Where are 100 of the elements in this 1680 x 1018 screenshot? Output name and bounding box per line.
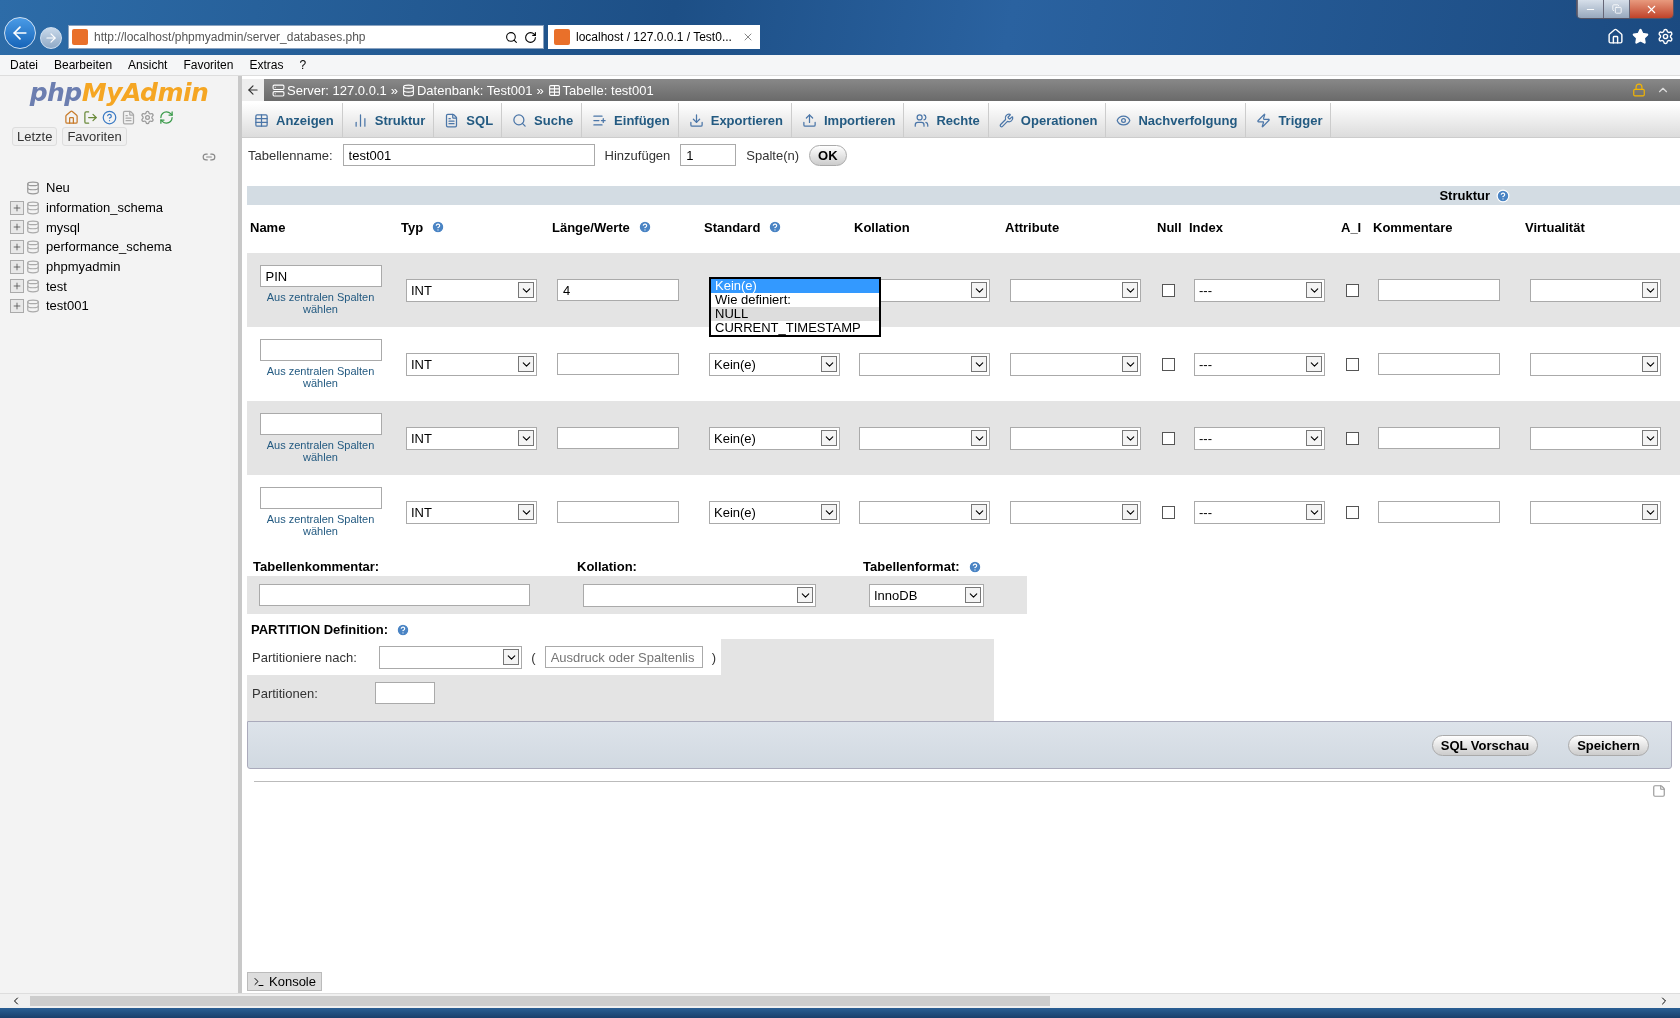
attribute-select[interactable] — [1010, 352, 1141, 376]
document-icon[interactable] — [121, 110, 136, 125]
comment-field[interactable] — [1378, 279, 1500, 301]
menu-item[interactable]: Datei — [2, 58, 46, 72]
type-select[interactable]: INT — [406, 426, 537, 450]
central-columns-link[interactable]: Aus zentralen Spalten wählen — [255, 365, 386, 389]
attribute-select[interactable] — [1010, 500, 1141, 524]
app-logo[interactable]: phpMyAdmin — [29, 78, 209, 107]
nav-tab[interactable]: Rechte — [904, 103, 989, 137]
length-field[interactable] — [557, 353, 679, 375]
database-link[interactable]: test001 — [46, 298, 89, 314]
restore-button[interactable] — [1603, 0, 1629, 18]
default-select[interactable]: Kein(e) — [709, 426, 840, 450]
breadcrumb-link[interactable]: Tabelle: test001 — [547, 82, 654, 98]
expand-icon[interactable] — [10, 220, 24, 235]
menu-item[interactable]: Ansicht — [120, 58, 176, 72]
comment-field[interactable] — [1378, 427, 1500, 449]
central-columns-link[interactable]: Aus zentralen Spalten wählen — [255, 513, 386, 537]
breadcrumb-link[interactable]: Datenbank: Test001 — [401, 82, 533, 98]
close-icon[interactable] — [742, 31, 754, 43]
type-select[interactable]: INT — [406, 278, 537, 302]
nav-tab[interactable]: Einfügen — [582, 103, 679, 137]
expand-icon[interactable] — [10, 298, 24, 313]
default-select[interactable]: Kein(e) — [709, 500, 840, 524]
length-field[interactable]: 4 — [557, 279, 679, 301]
search-icon[interactable] — [505, 30, 518, 44]
auto-increment-checkbox[interactable] — [1346, 357, 1359, 371]
database-link[interactable]: test — [46, 278, 67, 294]
nav-tab[interactable]: SQL — [434, 103, 503, 137]
refresh-icon[interactable] — [524, 30, 537, 44]
auto-increment-checkbox[interactable] — [1346, 283, 1359, 297]
nav-tab[interactable]: Importieren — [791, 103, 905, 137]
auto-increment-checkbox[interactable] — [1346, 431, 1359, 445]
central-columns-link[interactable]: Aus zentralen Spalten wählen — [255, 439, 386, 463]
menu-item[interactable]: Extras — [241, 58, 292, 72]
table-name-field[interactable]: test001 — [342, 144, 595, 166]
partition-by-select[interactable] — [378, 645, 523, 669]
type-select[interactable]: INT — [406, 352, 537, 376]
database-link[interactable]: information_schema — [46, 200, 164, 216]
breadcrumb-link[interactable]: Server: 127.0.0.1 — [272, 82, 387, 98]
virtuality-select[interactable] — [1530, 500, 1661, 524]
auto-increment-checkbox[interactable] — [1346, 505, 1359, 519]
horizontal-scrollbar[interactable] — [0, 993, 1680, 1008]
action-button[interactable]: SQL Vorschau — [1431, 734, 1539, 756]
close-button[interactable] — [1629, 0, 1673, 18]
table-comment-field[interactable] — [259, 584, 530, 606]
expression-field[interactable]: Ausdruck oder Spaltenlis — [544, 646, 703, 668]
lock-icon[interactable] — [1632, 83, 1646, 97]
null-checkbox[interactable] — [1162, 283, 1175, 297]
browser-tab[interactable]: localhost / 127.0.0.1 / Test0... — [548, 25, 760, 49]
nav-tab[interactable]: Trigger — [1246, 103, 1332, 137]
null-checkbox[interactable] — [1162, 431, 1175, 445]
nav-tab-button[interactable]: Favoriten — [62, 127, 127, 146]
attribute-select[interactable] — [1010, 278, 1141, 302]
index-select[interactable]: --- — [1194, 426, 1325, 450]
nav-tab[interactable]: Nachverfolgung — [1106, 103, 1247, 137]
expand-icon[interactable] — [10, 200, 24, 215]
expand-icon[interactable] — [10, 279, 24, 294]
database-link[interactable]: phpmyadmin — [46, 259, 121, 275]
nav-tab[interactable]: Struktur — [342, 103, 435, 137]
database-link[interactable]: performance_schema — [46, 239, 172, 255]
action-button[interactable]: Speichern — [1568, 734, 1649, 756]
column-name-field[interactable] — [259, 339, 382, 361]
comment-field[interactable] — [1378, 353, 1500, 375]
null-checkbox[interactable] — [1162, 505, 1175, 519]
expand-icon[interactable] — [10, 259, 24, 274]
menu-item[interactable]: Favoriten — [175, 58, 242, 72]
nav-tab-button[interactable]: Letzte — [12, 127, 58, 146]
engine-select[interactable]: InnoDB — [869, 583, 984, 607]
database-link[interactable]: mysql — [46, 219, 80, 235]
virtuality-select[interactable] — [1530, 426, 1661, 450]
default-select[interactable]: Kein(e) — [709, 352, 840, 376]
menu-item[interactable]: Bearbeiten — [46, 58, 121, 72]
null-checkbox[interactable] — [1162, 357, 1175, 371]
nav-tab[interactable]: Operationen — [988, 103, 1107, 137]
type-select[interactable]: INT — [406, 500, 537, 524]
back-button[interactable] — [4, 17, 36, 49]
attribute-select[interactable] — [1010, 426, 1141, 450]
comment-field[interactable] — [1378, 501, 1500, 523]
column-name-field[interactable] — [259, 487, 382, 509]
column-name-field[interactable] — [259, 413, 382, 435]
minimize-button[interactable] — [1577, 0, 1603, 18]
nav-tab[interactable]: Anzeigen — [244, 103, 343, 137]
index-select[interactable]: --- — [1194, 500, 1325, 524]
ok-button[interactable]: OK — [809, 144, 847, 166]
reload-icon[interactable] — [159, 110, 174, 125]
virtuality-select[interactable] — [1530, 352, 1661, 376]
partition-count-field[interactable] — [375, 682, 435, 704]
nav-tab[interactable]: Exportieren — [678, 103, 792, 137]
index-select[interactable]: --- — [1194, 352, 1325, 376]
nav-tab[interactable]: Suche — [502, 103, 583, 137]
menu-item[interactable]: ? — [291, 58, 315, 72]
expand-icon[interactable] — [10, 239, 24, 254]
address-bar[interactable]: http://localhost/phpmyadmin/server_databases.php — [68, 25, 544, 49]
help-icon[interactable] — [102, 110, 117, 125]
central-columns-link[interactable]: Aus zentralen Spalten wählen — [255, 291, 386, 315]
length-field[interactable] — [557, 427, 679, 449]
link-icon[interactable] — [202, 150, 216, 164]
virtuality-select[interactable] — [1530, 278, 1661, 302]
column-name-field[interactable]: PIN — [259, 265, 382, 287]
